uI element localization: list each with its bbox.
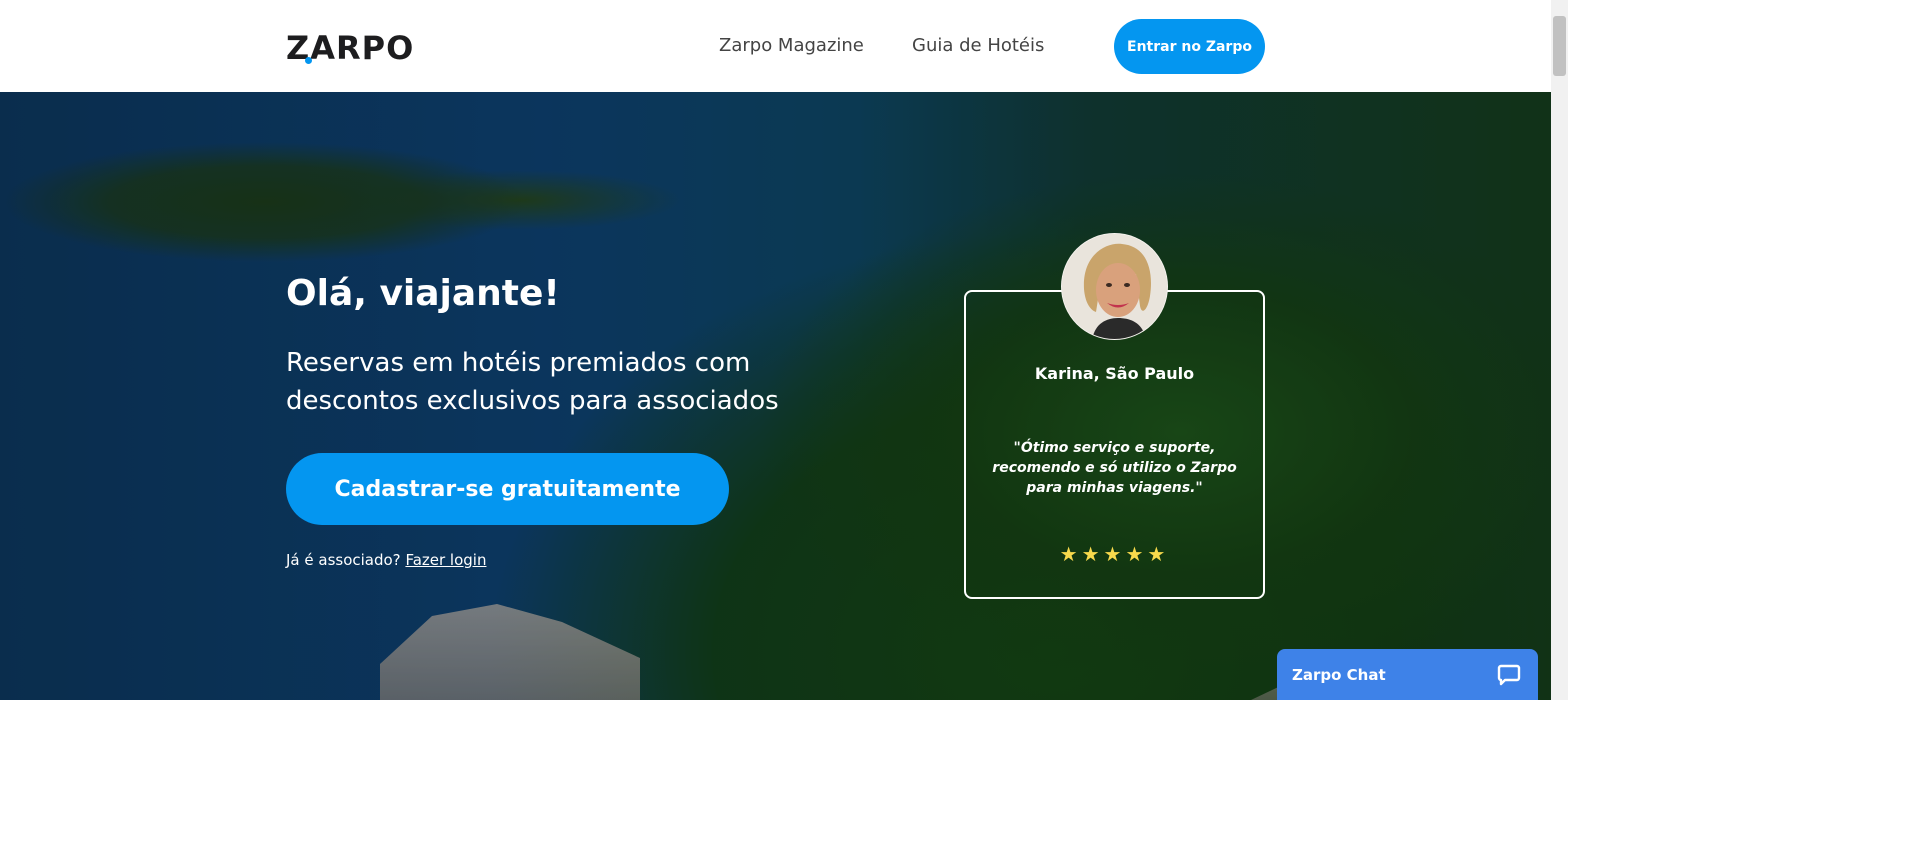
login-prompt-text: Já é associado? xyxy=(286,551,401,569)
login-prompt: Já é associado? Fazer login xyxy=(286,551,486,569)
testimonial-quote: "Ótimo serviço e suporte, recomendo e só… xyxy=(992,440,1237,496)
hero-subtitle: Reservas em hotéis premiados com descont… xyxy=(286,348,779,416)
logo-dot xyxy=(305,57,312,64)
testimonial-avatar xyxy=(1061,233,1168,340)
testimonial-rating-stars: ★★★★★ xyxy=(1059,542,1170,566)
login-link[interactable]: Fazer login xyxy=(405,551,486,569)
zarpo-logo[interactable]: ZARPO xyxy=(286,30,414,66)
avatar-image xyxy=(1062,234,1167,339)
page-scrollbar[interactable] xyxy=(1551,0,1568,700)
signup-button[interactable]: Cadastrar-se gratuitamente xyxy=(286,453,729,525)
hero-section: Olá, viajante! Reservas em hotéis premia… xyxy=(0,92,1551,700)
nav-guia-de-hoteis[interactable]: Guia de Hotéis xyxy=(912,35,1044,56)
testimonial-name: Karina, São Paulo xyxy=(1034,364,1195,383)
page: ZARPO Zarpo Magazine Guia de Hotéis Entr… xyxy=(0,0,1568,700)
chat-label: Zarpo Chat xyxy=(1292,666,1386,684)
hero-title: Olá, viajante! xyxy=(286,273,560,314)
nav-zarpo-magazine[interactable]: Zarpo Magazine xyxy=(719,35,864,56)
site-header: ZARPO Zarpo Magazine Guia de Hotéis Entr… xyxy=(0,0,1551,92)
chat-bubble-icon xyxy=(1497,664,1521,686)
scrollbar-thumb[interactable] xyxy=(1553,16,1566,76)
zarpo-chat-widget[interactable]: Zarpo Chat xyxy=(1277,649,1538,700)
login-button[interactable]: Entrar no Zarpo xyxy=(1114,19,1265,74)
